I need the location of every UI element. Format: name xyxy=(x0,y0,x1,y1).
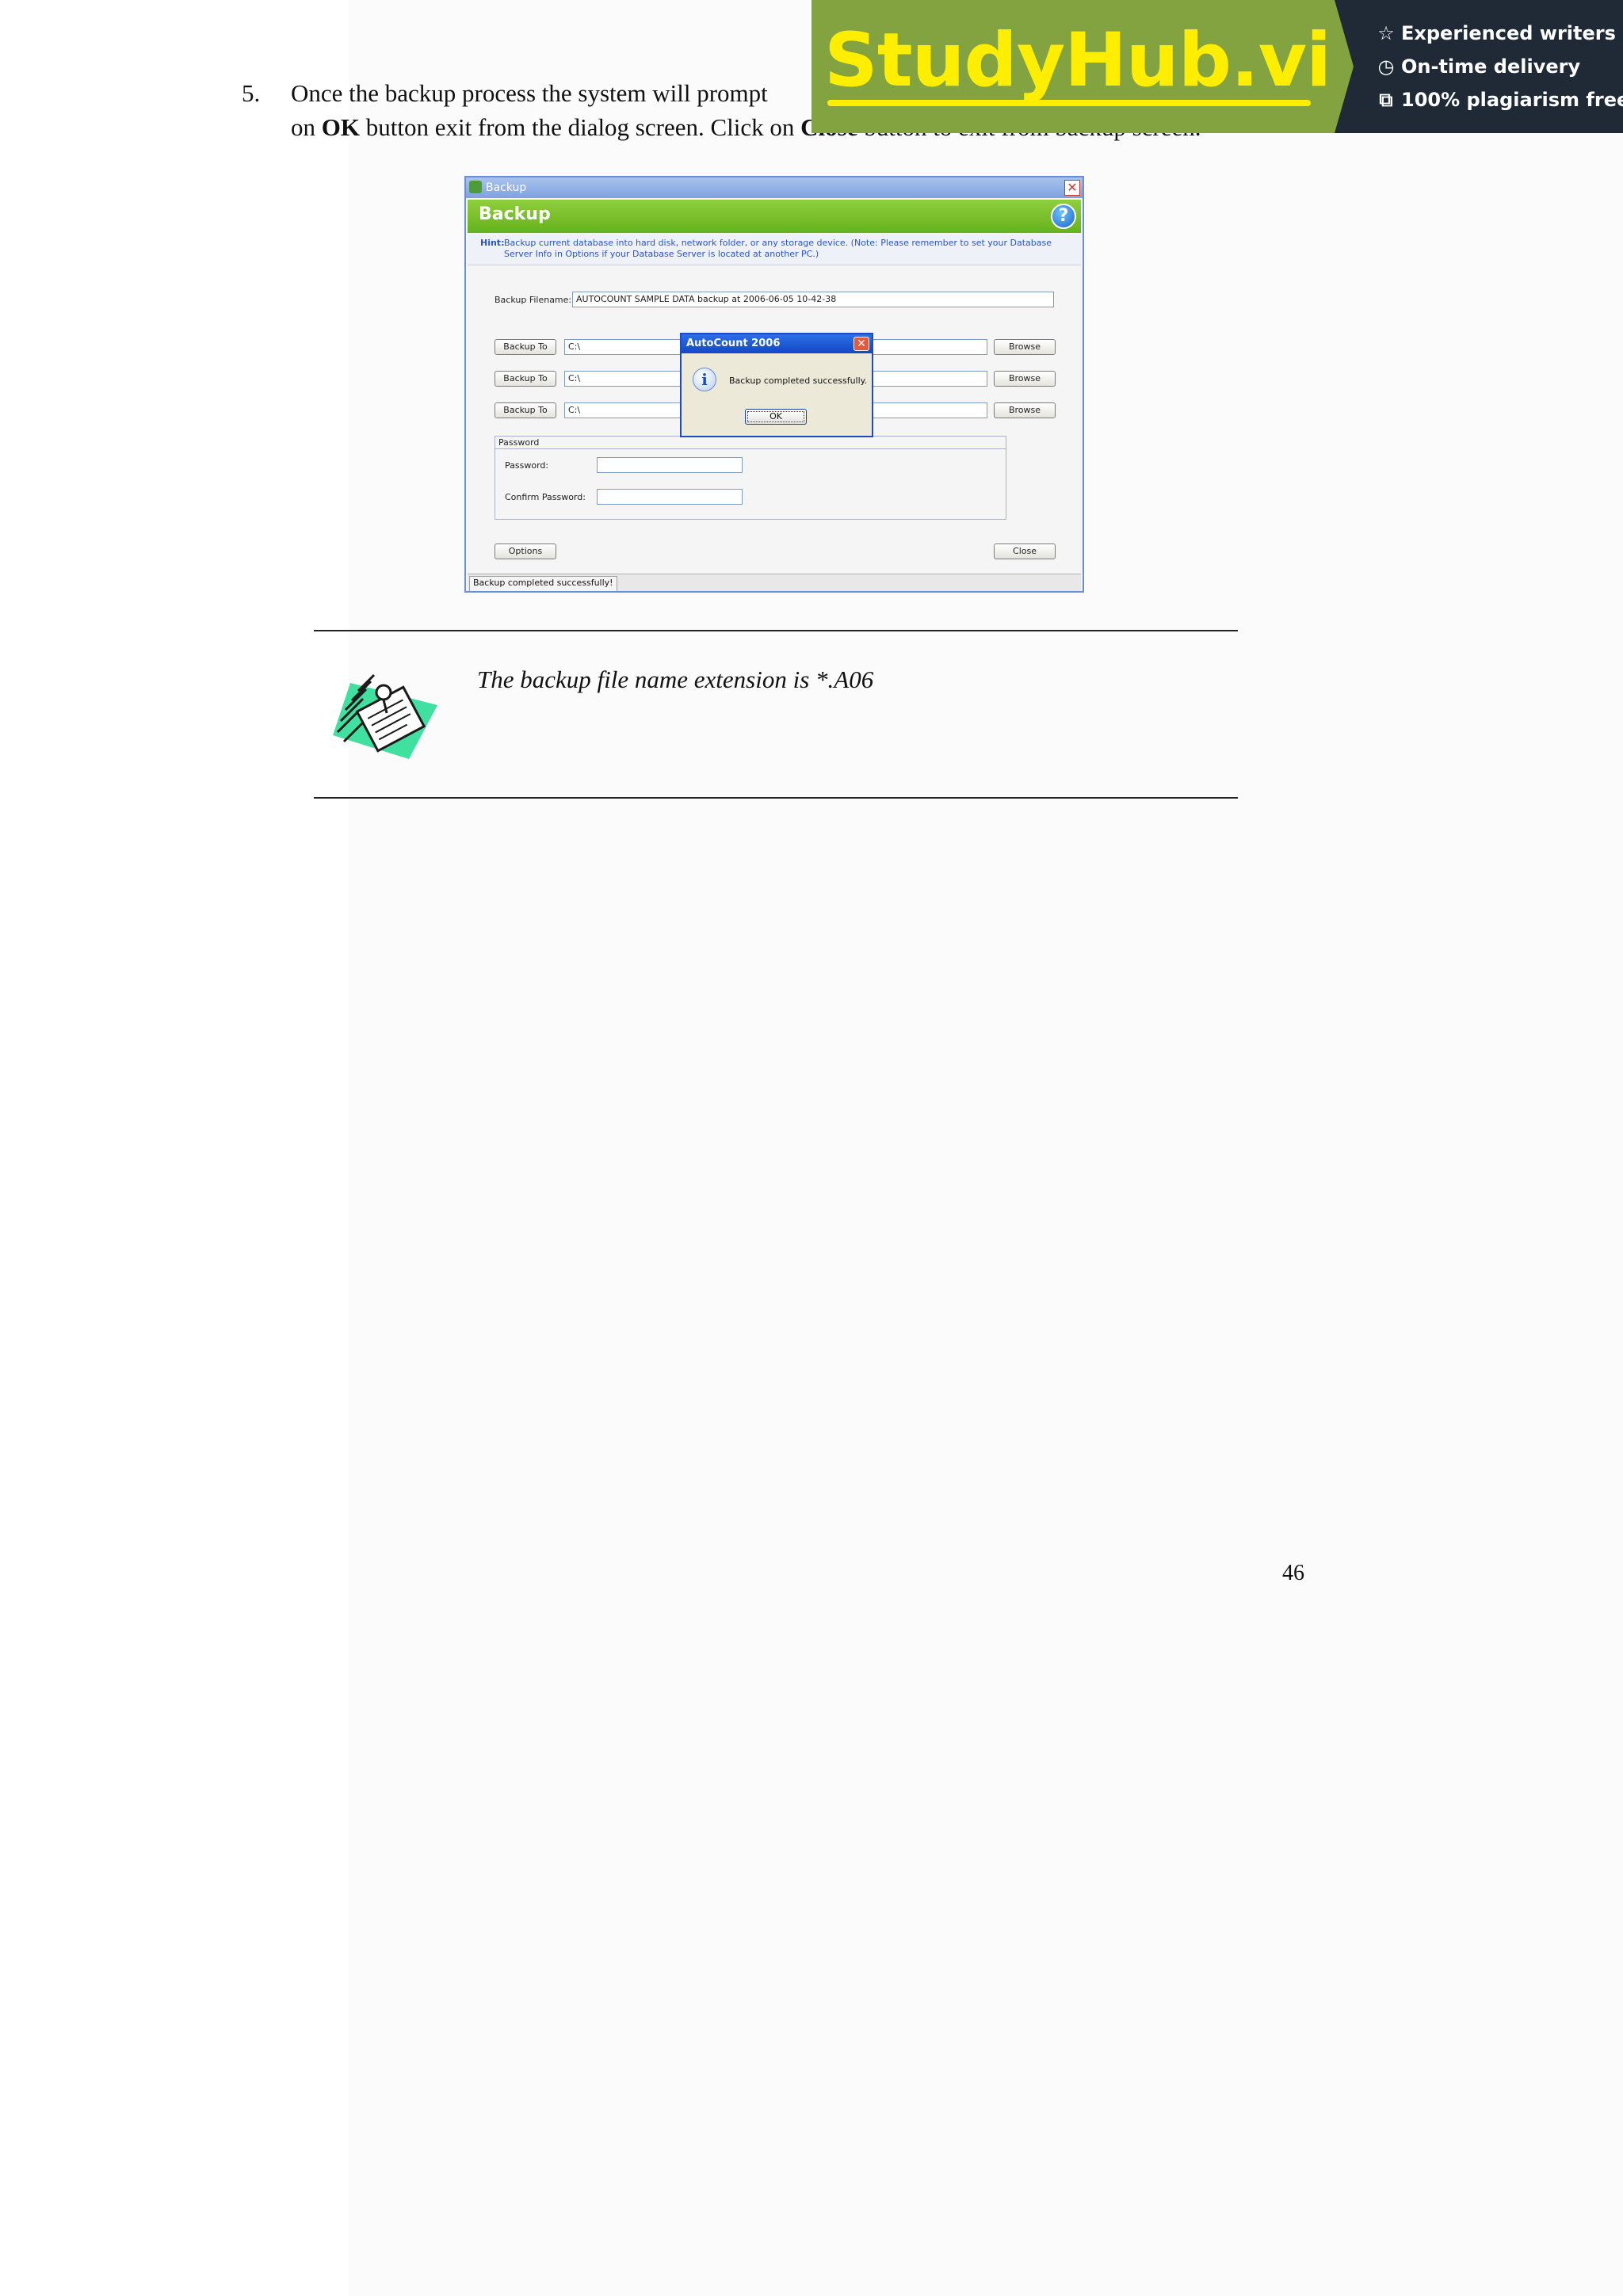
hint-panel: Hint: Backup current database into hard … xyxy=(468,235,1081,265)
brand-underline xyxy=(827,100,1311,106)
banner-arrow xyxy=(1335,0,1354,133)
status-text: Backup completed successfully! xyxy=(469,576,617,591)
options-button[interactable]: Options xyxy=(495,543,556,559)
backup-window: Backup ✕ Backup ? Hint: Backup current d… xyxy=(464,176,1084,593)
info-icon: i xyxy=(693,368,716,391)
backup-filename-label: Backup Filename: xyxy=(495,295,572,305)
backup-to-button[interactable]: Backup To xyxy=(495,371,556,387)
window-title: Backup xyxy=(486,181,527,194)
browse-button[interactable]: Browse xyxy=(994,402,1056,418)
banner-brand-panel: StudyHub.vip xyxy=(812,0,1384,133)
close-button[interactable]: Close xyxy=(994,543,1056,559)
ok-emphasis: OK xyxy=(321,113,360,141)
clock-icon: ◷ xyxy=(1377,55,1395,78)
app-icon xyxy=(469,181,482,193)
perk-plagiarism-free: ⧉ 100% plagiarism free xyxy=(1376,89,1623,111)
note-bottom-rule xyxy=(314,797,1238,799)
step-number: 5. xyxy=(242,79,261,107)
perk-experienced-writers: ☆ Experienced writers xyxy=(1376,22,1616,44)
backup-filename-input[interactable]: AUTOCOUNT SAMPLE DATA backup at 2006-06-… xyxy=(572,292,1054,307)
status-bar: Backup completed successfully! xyxy=(468,574,1081,591)
confirm-password-label: Confirm Password: xyxy=(505,492,586,502)
note-top-rule xyxy=(314,630,1238,631)
perk-on-time-delivery: ◷ On-time delivery xyxy=(1376,55,1581,78)
window-titlebar: Backup ✕ xyxy=(466,177,1083,198)
step-line-2-mid: button exit from the dialog screen. Clic… xyxy=(359,113,801,141)
dialog-message: Backup completed successfully. xyxy=(729,376,868,386)
window-close-button[interactable]: ✕ xyxy=(1064,180,1080,196)
window-header: Backup ? xyxy=(468,200,1081,233)
autocount-dialog: AutoCount 2006 ✕ i Backup completed succ… xyxy=(680,333,873,437)
perk-label: On-time delivery xyxy=(1401,55,1581,78)
header-title: Backup xyxy=(479,204,551,224)
perk-label: Experienced writers xyxy=(1401,22,1616,44)
help-icon[interactable]: ? xyxy=(1051,204,1076,229)
password-group: Password Password: Confirm Password: xyxy=(495,436,1006,520)
dialog-close-button[interactable]: ✕ xyxy=(854,337,869,351)
studyhub-banner[interactable]: StudyHub.vip ☆ Experienced writers ◷ On-ti… xyxy=(812,0,1623,133)
note-paper-icon xyxy=(333,673,437,759)
browse-button[interactable]: Browse xyxy=(994,371,1056,387)
dialog-titlebar: AutoCount 2006 ✕ xyxy=(682,334,872,353)
step-line-2-start: on xyxy=(291,113,322,141)
copy-icon: ⧉ xyxy=(1379,89,1393,111)
password-input[interactable] xyxy=(597,457,743,473)
dialog-title: AutoCount 2006 xyxy=(686,338,781,349)
browse-button[interactable]: Browse xyxy=(994,339,1056,355)
brand-logo: StudyHub.vip xyxy=(824,17,1384,104)
password-label: Password: xyxy=(505,460,549,471)
backup-to-button[interactable]: Backup To xyxy=(495,339,556,355)
page-number: 46 xyxy=(1282,1561,1304,1585)
dialog-ok-button[interactable]: OK xyxy=(745,409,807,425)
password-group-title: Password xyxy=(495,437,1006,449)
confirm-password-input[interactable] xyxy=(597,489,743,505)
backup-to-button[interactable]: Backup To xyxy=(495,402,556,418)
perk-label: 100% plagiarism free xyxy=(1401,89,1623,111)
note-text: The backup file name extension is *.A06 xyxy=(477,666,874,693)
hint-text: Backup current database into hard disk, … xyxy=(504,238,1052,259)
star-icon: ☆ xyxy=(1377,22,1395,44)
hint-label: Hint: xyxy=(480,238,505,248)
